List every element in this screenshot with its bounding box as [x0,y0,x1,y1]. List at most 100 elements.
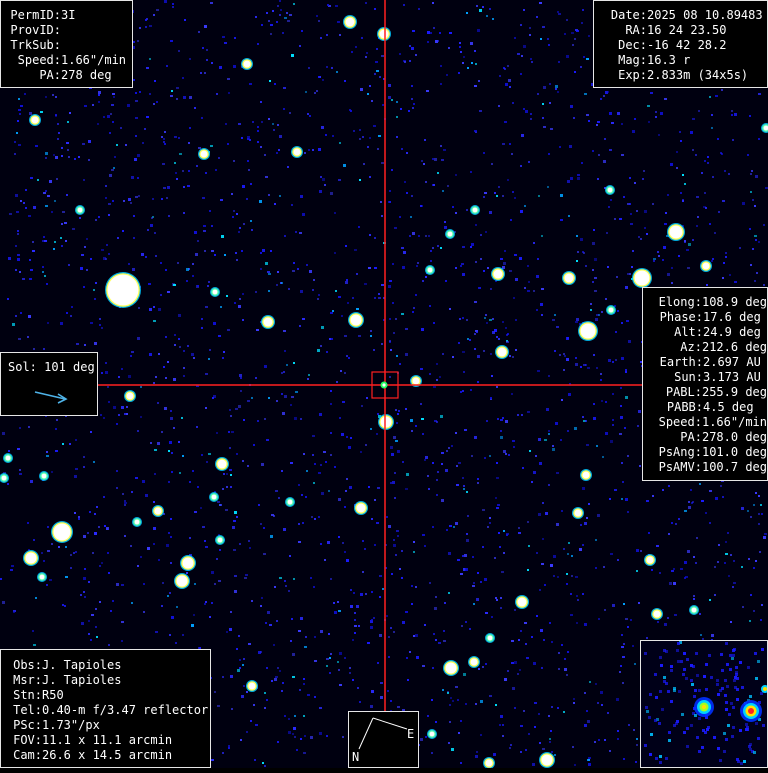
psc-label: PSc: [13,718,42,732]
stn-value: R50 [42,688,64,702]
fov-row: FOV: 11.1 x 11.1 arcmin [7,733,210,748]
dec-label: Dec: [618,38,647,52]
zoom-inset [640,640,768,768]
star [445,229,455,239]
obs-value: J. Tapioles [42,658,122,672]
star [198,148,210,160]
pa-value: 278 deg [61,68,112,82]
psc-value: 1.73"/px [42,718,100,732]
mag-value: 16.3 r [647,53,691,67]
cam-value: 26.6 x 14.5 arcmin [42,748,173,762]
az-value: 212.6 deg [701,340,767,354]
star [210,287,220,297]
pabb-label: PABB: [666,400,703,414]
geometry-panel: Elong: 108.9 deg Phase: 17.6 deg Alt: 24… [642,287,768,481]
trksub-row: TrkSub: [8,38,132,53]
msr-value: J. Tapioles [42,673,122,687]
psamv-label: PsAMV: [658,460,702,474]
pabb-value: 4.5 deg [703,400,754,414]
star [378,414,394,430]
speed-row: Speed: 1.66"/min [8,53,132,68]
ra-label: RA: [625,23,647,37]
pabl-label: PABL: [665,385,702,399]
star [348,312,364,328]
obs-row: Obs: J. Tapioles [7,658,210,673]
observer-panel: Obs: J. Tapioles Msr: J. Tapioles Stn: R… [0,649,211,768]
cam-label: Cam: [13,748,42,762]
speed-value: 1.66"/min [61,53,127,67]
elong-value: 108.9 deg [701,295,767,309]
object-id-panel: PermID: 3I ProvID: TrkSub: Speed: 1.66"/… [0,0,133,88]
star [215,457,229,471]
date-row: Date: 2025 08 10.89483 [600,8,767,23]
sun-direction-panel: Sol: 101 deg [0,352,98,416]
star [425,265,435,275]
star [578,321,598,341]
zoom-inset-image [644,641,767,765]
permid-row: PermID: 3I [8,8,132,23]
star [377,27,391,41]
dec-value: -16 42 28.2 [647,38,727,52]
permid-value: 3I [61,8,76,22]
star [689,605,699,615]
fov-label: FOV: [13,733,42,747]
star [427,729,437,739]
msr-label: Msr: [13,673,42,687]
permid-label: PermID: [10,8,61,22]
speed-label: Speed: [17,53,61,67]
msr-row: Msr: J. Tapioles [7,673,210,688]
star [39,471,49,481]
star [285,497,295,507]
elong-label: Elong: [658,295,702,309]
sun-direction-arrow-icon [34,391,68,404]
pa2-label: PA: [680,430,702,444]
star [700,260,712,272]
phase-label: Phase: [659,310,703,324]
star [132,517,142,527]
star [761,123,768,133]
stn-row: Stn: R50 [7,688,210,703]
star [495,345,509,359]
star [215,535,225,545]
psang-label: PsAng: [658,445,702,459]
star [605,185,615,195]
sun-value: 3.173 AU [703,370,761,384]
star [0,473,9,483]
provid-label: ProvID: [10,23,61,37]
earth-row: Earth: 2.697 AU [647,355,767,370]
pa-row: PA: 278 deg [8,68,132,83]
star [572,507,584,519]
star [515,595,529,609]
psc-row: PSc: 1.73"/px [7,718,210,733]
pabl-value: 255.9 deg [701,385,767,399]
star [246,680,258,692]
phase-value: 17.6 deg [703,310,761,324]
phase-row: Phase: 17.6 deg [647,310,767,325]
tel-label: Tel: [13,703,42,717]
sol-row: Sol: 101 deg [8,360,97,375]
star [174,573,190,589]
observation-panel: Date: 2025 08 10.89483 RA: 16 24 23.50 D… [593,0,768,88]
compass-east-label: E [407,727,415,741]
star [644,554,656,566]
tel-row: Tel: 0.40-m f/3.47 reflector [7,703,210,718]
star [124,390,136,402]
tel-value: 0.40-m f/3.47 reflector [42,703,209,717]
star [291,146,303,158]
alt-value: 24.9 deg [703,325,761,339]
star [580,469,592,481]
star [632,268,652,288]
exp-label: Exp: [618,68,647,82]
compass-north-label: N [352,750,360,764]
star [29,114,41,126]
ra-row: RA: 16 24 23.50 [600,23,767,38]
mag-row: Mag: 16.3 r [600,53,767,68]
star [606,305,616,315]
ra-value: 16 24 23.50 [647,23,727,37]
date-value: 2025 08 10.89483 [647,8,763,22]
earth-label: Earth: [659,355,703,369]
earth-value: 2.697 AU [703,355,761,369]
exp-value: 2.833m (34x5s) [647,68,749,82]
psamv-value: 100.7 deg [701,460,767,474]
fov-value: 11.1 x 11.1 arcmin [42,733,173,747]
